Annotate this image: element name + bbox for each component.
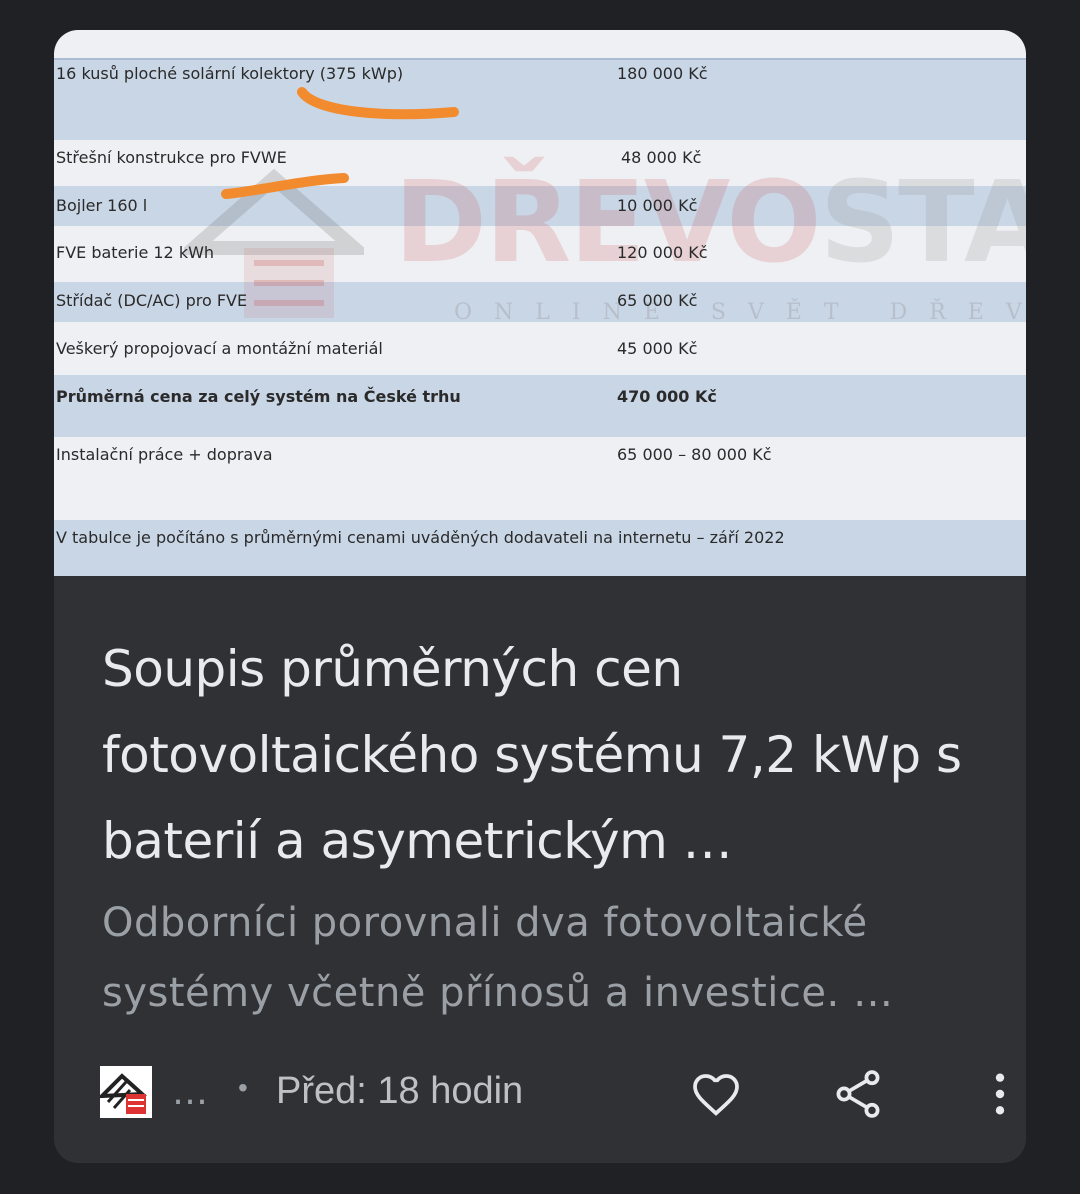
share-button[interactable] (830, 1066, 886, 1122)
card-footer: … • Před: 18 hodin (96, 1066, 1005, 1122)
source-name[interactable]: … (172, 1072, 208, 1113)
separator-dot: • (238, 1072, 248, 1103)
published-time: Před: 18 hodin (276, 1070, 524, 1112)
article-title[interactable]: Soupis průměrných cen fotovoltaického sy… (102, 626, 982, 884)
more-options-button[interactable] (972, 1066, 1026, 1122)
more-vert-icon (995, 1073, 1005, 1115)
source-logo-icon (96, 1066, 152, 1118)
source-favicon[interactable] (96, 1066, 152, 1118)
discover-card[interactable]: DŘEVOSTAVITE ONLINE SVĚT DŘEVOSTAVI 16 k… (54, 30, 1026, 1163)
heart-icon (693, 1074, 739, 1116)
article-description[interactable]: Odborníci porovnali dva fotovoltaické sy… (102, 888, 982, 1028)
marker-annotation (221, 87, 459, 199)
share-icon (836, 1070, 880, 1118)
like-button[interactable] (688, 1066, 744, 1122)
article-thumbnail[interactable]: DŘEVOSTAVITE ONLINE SVĚT DŘEVOSTAVI 16 k… (54, 30, 1026, 576)
